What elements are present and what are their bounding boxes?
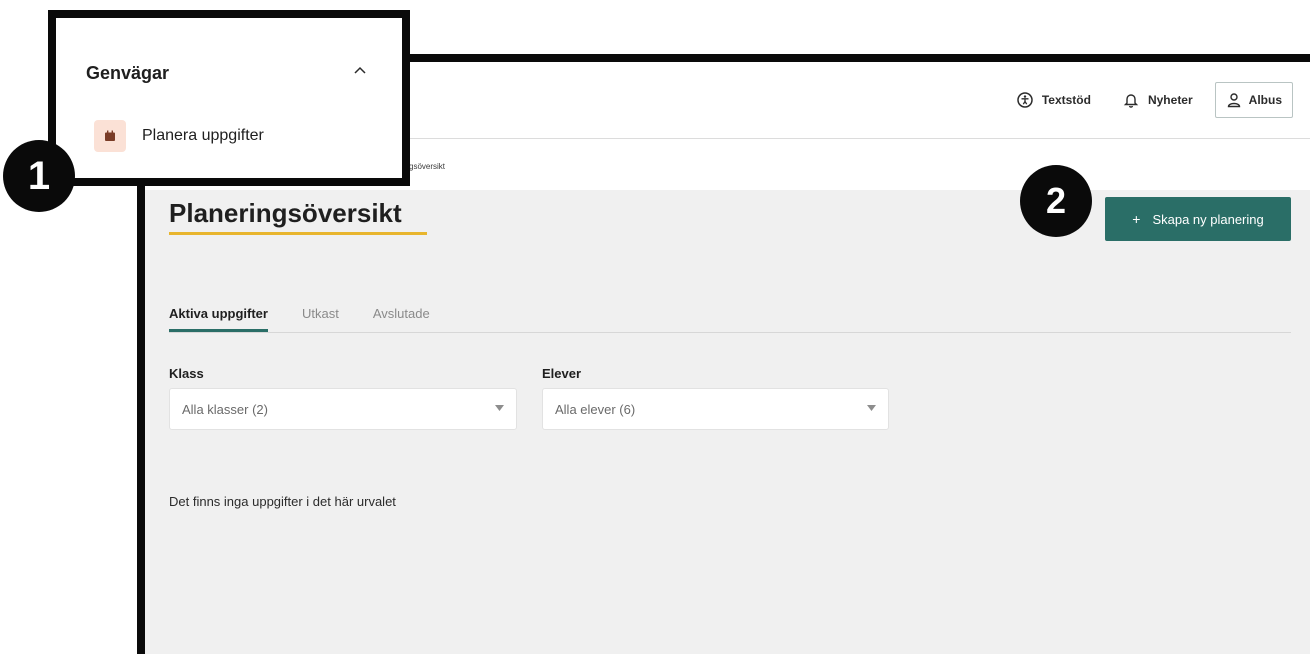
shortcuts-popover: Genvägar Planera uppgifter [48, 10, 410, 186]
tab-bar: Aktiva uppgifter Utkast Avslutade [169, 298, 1291, 333]
shortcut-item-planera-uppgifter[interactable]: Planera uppgifter [94, 120, 264, 152]
nyheter-label: Nyheter [1147, 93, 1193, 107]
chevron-down-icon [867, 405, 876, 411]
tab-utkast[interactable]: Utkast [302, 298, 339, 332]
bell-icon [1123, 94, 1139, 108]
empty-state-message: Det finns inga uppgifter i det här urval… [169, 494, 396, 509]
nyheter-button[interactable]: Nyheter [1123, 92, 1193, 108]
class-filter-value: Alla klasser (2) [182, 401, 268, 417]
tab-avslutade[interactable]: Avslutade [373, 298, 430, 332]
textstod-button[interactable]: Textstöd [1017, 92, 1091, 108]
class-filter-label: Klass [169, 366, 204, 381]
plus-icon: + [1132, 211, 1141, 227]
shortcuts-title: Genvägar [86, 63, 170, 83]
callout-badge-1: 1 [3, 140, 75, 212]
students-filter-label: Elever [542, 366, 582, 381]
title-underline [169, 232, 427, 235]
page-title: Planeringsöversikt [169, 198, 402, 228]
chevron-up-icon[interactable] [354, 66, 366, 74]
calendar-icon [94, 120, 126, 152]
textstod-label: Textstöd [1041, 93, 1091, 107]
tab-aktiva-uppgifter[interactable]: Aktiva uppgifter [169, 298, 268, 332]
top-bar-actions: Textstöd Nyheter Albus [985, 82, 1293, 118]
user-name: Albus [1248, 93, 1282, 107]
create-planning-label: Skapa ny planering [1152, 211, 1264, 227]
user-menu-button[interactable]: Albus [1214, 82, 1293, 118]
create-planning-button[interactable]: + Skapa ny planering [1105, 197, 1291, 241]
breadcrumb-current: gsöversikt [409, 162, 446, 171]
students-filter-value: Alla elever (6) [555, 401, 636, 417]
shortcut-label: Planera uppgifter [142, 127, 264, 144]
callout-badge-2: 2 [1020, 165, 1092, 237]
accessibility-icon [1017, 92, 1033, 108]
chevron-down-icon [495, 405, 504, 411]
students-filter-select[interactable]: Alla elever (6) [542, 388, 889, 430]
class-filter-select[interactable]: Alla klasser (2) [169, 388, 517, 430]
user-icon [1227, 93, 1240, 108]
